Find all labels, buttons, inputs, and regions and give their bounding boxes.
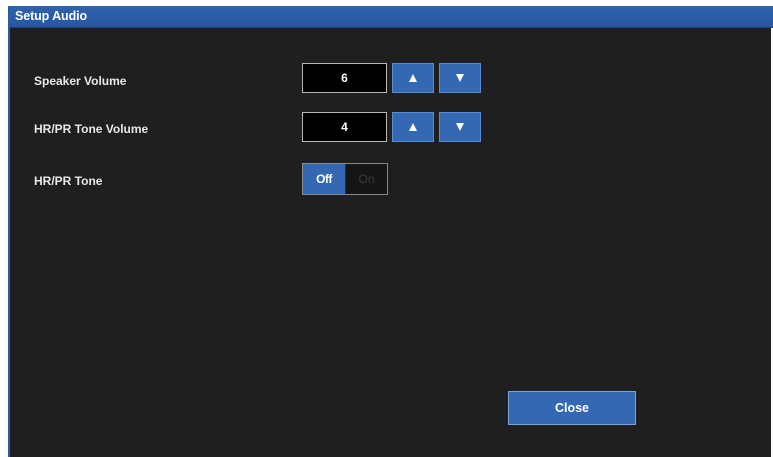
arrow-down-icon	[456, 74, 464, 82]
arrow-down-icon	[456, 123, 464, 131]
title-bar: Setup Audio	[10, 6, 773, 28]
speaker-volume-down-button[interactable]	[439, 63, 481, 93]
speaker-volume-up-button[interactable]	[392, 63, 434, 93]
tone-on-option[interactable]: On	[345, 164, 387, 194]
setup-audio-dialog: Setup Audio Speaker Volume 6 HR/PR Tone …	[8, 6, 773, 457]
tone-volume-value: 4	[302, 112, 387, 142]
tone-off-option[interactable]: Off	[303, 164, 345, 194]
tone-label: HR/PR Tone	[34, 174, 103, 188]
speaker-volume-label: Speaker Volume	[34, 74, 127, 88]
close-button[interactable]: Close	[508, 391, 636, 425]
tone-volume-label: HR/PR Tone Volume	[34, 122, 149, 136]
dialog-title: Setup Audio	[15, 9, 88, 23]
tone-volume-up-button[interactable]	[392, 112, 434, 142]
arrow-up-icon	[409, 123, 417, 131]
speaker-volume-value: 6	[302, 63, 387, 93]
arrow-up-icon	[409, 74, 417, 82]
tone-volume-down-button[interactable]	[439, 112, 481, 142]
tone-toggle: Off On	[302, 163, 388, 195]
